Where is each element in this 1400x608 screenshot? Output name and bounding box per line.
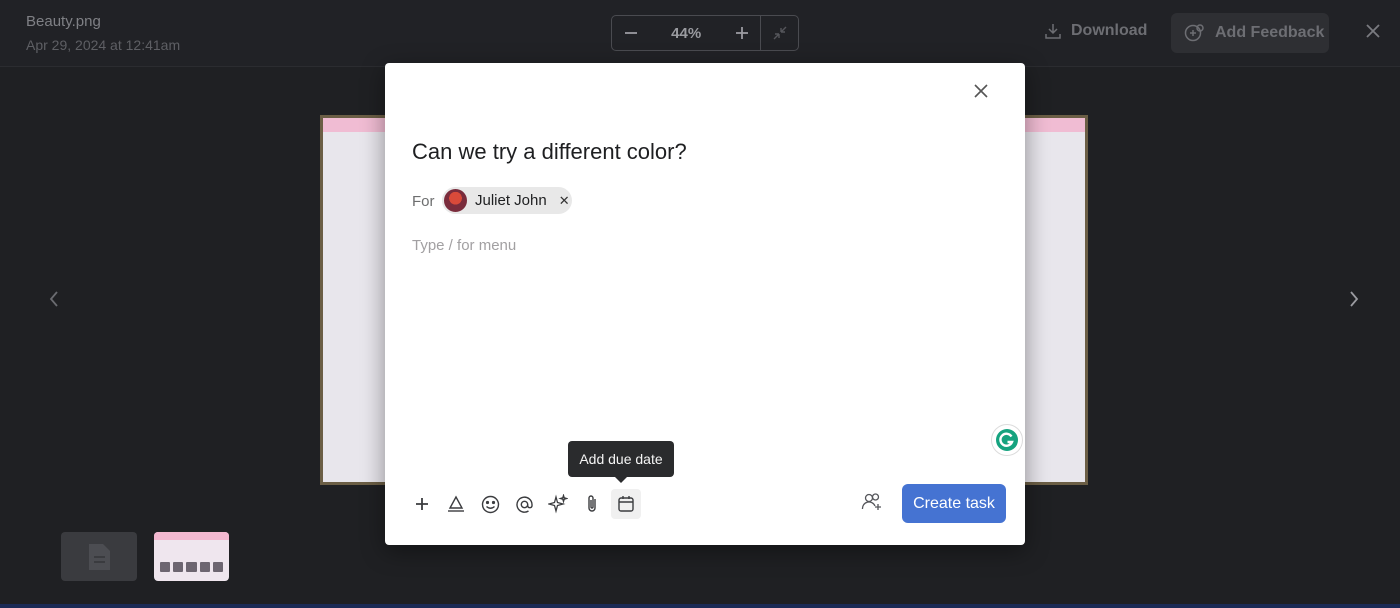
create-task-button[interactable]: Create task [902, 484, 1006, 523]
sparkle-icon [548, 494, 568, 514]
fit-screen-button[interactable] [760, 16, 798, 50]
file-name: Beauty.png [26, 13, 101, 30]
close-icon [1366, 24, 1380, 38]
next-image-button[interactable] [1346, 290, 1362, 313]
collapse-icon [773, 26, 787, 40]
calendar-icon [618, 496, 634, 512]
ai-button[interactable] [543, 489, 573, 519]
download-icon [1045, 24, 1061, 39]
for-label: For [412, 193, 435, 210]
zoom-out-button[interactable] [612, 16, 650, 50]
chevron-left-icon [49, 291, 58, 307]
task-title[interactable]: Can we try a different color? [412, 139, 687, 165]
assignee-chip[interactable]: Juliet John ✕ [442, 187, 572, 214]
remove-assignee-icon[interactable]: ✕ [559, 193, 570, 209]
attachment-icon [588, 495, 596, 512]
close-dialog-button[interactable] [971, 81, 991, 106]
emoji-button[interactable] [475, 489, 505, 519]
avatar [442, 187, 469, 214]
previous-image-button[interactable] [46, 290, 62, 313]
add-feedback-button[interactable]: Add Feedback [1171, 13, 1329, 53]
grammarly-icon[interactable] [991, 424, 1023, 456]
zoom-in-button[interactable] [723, 16, 761, 50]
attachment-button[interactable] [577, 489, 607, 519]
download-label: Download [1071, 22, 1148, 39]
close-viewer-button[interactable] [1364, 22, 1382, 45]
mention-button[interactable] [509, 489, 539, 519]
emoji-icon [481, 495, 499, 513]
thumbnail-image[interactable] [154, 532, 229, 581]
add-collaborator-icon [861, 493, 881, 510]
add-button[interactable] [407, 489, 437, 519]
due-date-tooltip: Add due date [568, 441, 674, 483]
zoom-controls: 44% [611, 15, 799, 51]
plus-icon [735, 27, 748, 39]
editor-toolbar [407, 488, 645, 520]
create-task-dialog: Can we try a different color? For Juliet… [385, 63, 1025, 545]
add-feedback-label: Add Feedback [1215, 24, 1325, 41]
chevron-right-icon [1350, 291, 1359, 307]
plus-icon [416, 498, 428, 510]
document-icon [89, 543, 110, 570]
zoom-level: 44% [671, 24, 702, 42]
viewer-header: Beauty.png Apr 29, 2024 at 12:41am 44% D… [0, 0, 1400, 67]
add-comment-icon [1184, 24, 1204, 42]
text-format-icon [448, 495, 464, 512]
description-input[interactable]: Type / for menu [412, 237, 516, 254]
collaborators-button[interactable] [861, 492, 883, 517]
file-date: Apr 29, 2024 at 12:41am [26, 37, 181, 53]
bottom-bar [0, 604, 1400, 608]
close-icon [974, 84, 988, 98]
text-format-button[interactable] [441, 489, 471, 519]
assignee-name: Juliet John [475, 192, 547, 209]
minus-icon [624, 32, 637, 34]
mention-icon [515, 495, 533, 513]
thumbnail-document[interactable] [61, 532, 137, 581]
due-date-button[interactable] [611, 489, 641, 519]
download-button[interactable]: Download [1044, 22, 1147, 40]
